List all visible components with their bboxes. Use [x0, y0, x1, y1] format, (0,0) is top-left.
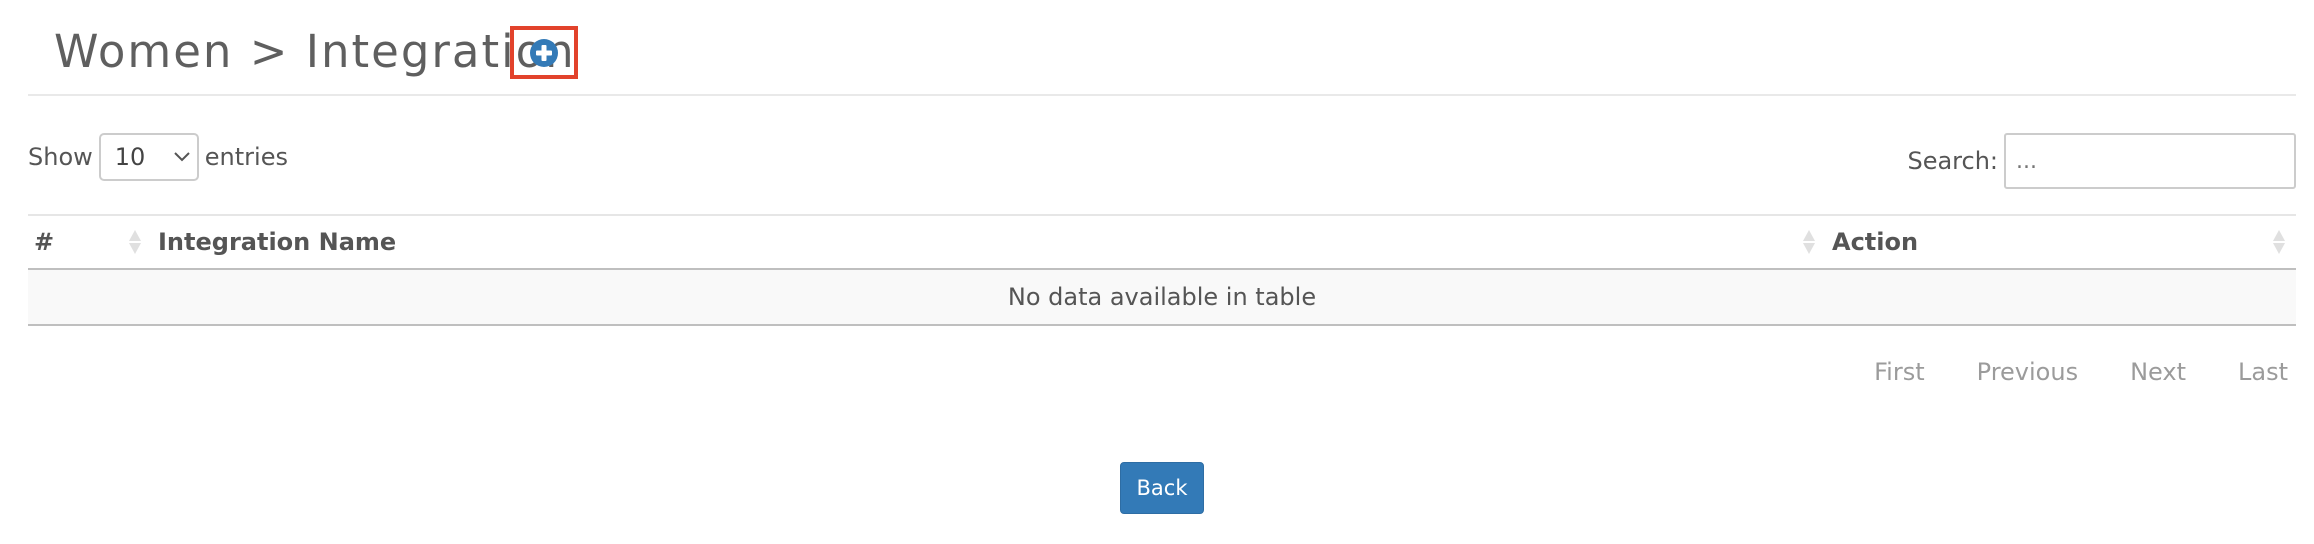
entries-label: entries	[204, 143, 288, 171]
page-header: Women > Integration	[28, 0, 2296, 96]
pagination-last[interactable]: Last	[2212, 354, 2294, 390]
pagination-previous[interactable]: Previous	[1951, 354, 2104, 390]
table-row-empty: No data available in table	[28, 269, 2296, 326]
back-button[interactable]: Back	[1120, 462, 1204, 514]
column-header-label: Integration Name	[158, 228, 397, 256]
sort-icon	[1803, 230, 1815, 254]
sort-icon	[129, 230, 141, 254]
entries-per-page-value: 10	[114, 143, 146, 171]
column-header-number[interactable]: #	[28, 214, 152, 270]
sort-icon	[2273, 230, 2285, 254]
entries-per-page-select[interactable]: 10	[98, 133, 199, 181]
show-label: Show	[28, 143, 93, 171]
entries-length-control: Show 10 entries	[28, 132, 288, 182]
add-integration-button[interactable]	[510, 26, 578, 79]
search-control: Search:	[1907, 132, 2296, 190]
pagination: First Previous Next Last	[1848, 354, 2294, 390]
search-input[interactable]	[2004, 133, 2296, 189]
column-header-label: Action	[1832, 228, 1919, 256]
column-header-action[interactable]: Action	[1826, 214, 2296, 270]
pagination-first[interactable]: First	[1848, 354, 1951, 390]
search-label: Search:	[1907, 147, 1998, 175]
chevron-down-icon	[174, 152, 190, 162]
column-header-integration-name[interactable]: Integration Name	[152, 214, 1826, 270]
page-title: Women > Integration	[54, 25, 576, 78]
plus-circle-icon	[530, 38, 558, 67]
pagination-next[interactable]: Next	[2104, 354, 2212, 390]
table-header-row: # Integration Name Action	[28, 214, 2296, 270]
column-header-label: #	[34, 228, 55, 256]
empty-table-message: No data available in table	[28, 269, 2296, 326]
integration-table: # Integration Name Action No data availa…	[28, 214, 2296, 326]
